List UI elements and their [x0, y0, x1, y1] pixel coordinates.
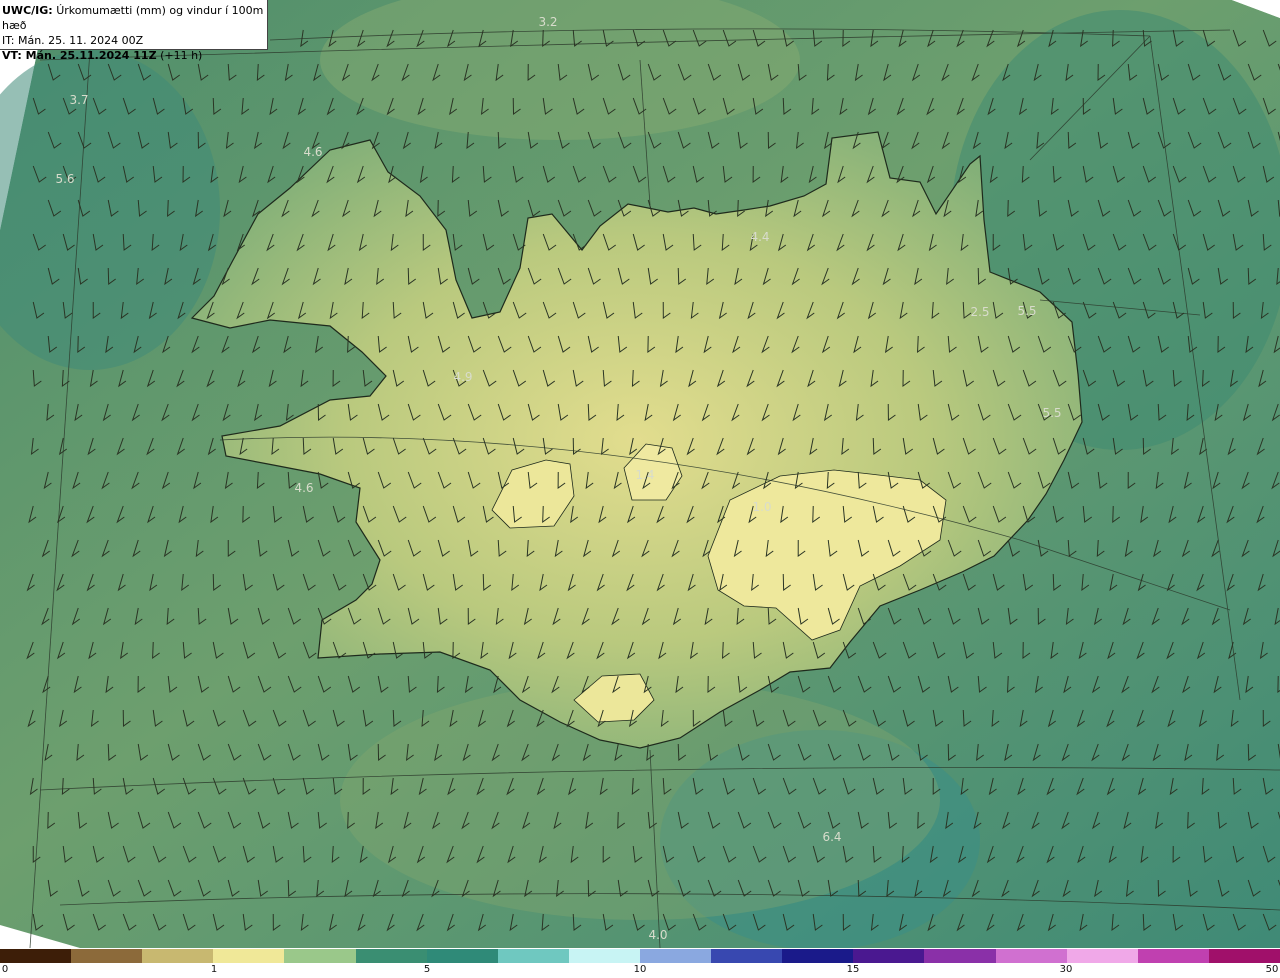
map-info-box: UWC/IG: Úrkomumætti (mm) og vindur í 100…: [0, 0, 268, 62]
map-label: 5.5: [1017, 304, 1037, 318]
colorbar-segment: [142, 949, 215, 963]
colorbar-segment: [497, 949, 570, 963]
colorbar-segment: [0, 949, 73, 963]
colorbar-segment: [355, 949, 428, 963]
colorbar-tick: 15: [846, 964, 860, 975]
map-label: 5.6: [55, 172, 75, 186]
map-label: 3.2: [538, 15, 558, 29]
valid-offset: (+11 h): [160, 49, 203, 62]
colorbar-tick: 0: [1, 964, 9, 975]
colorbar-tick: 10: [633, 964, 647, 975]
colorbar-segment: [853, 949, 926, 963]
colorbar-segment: [1137, 949, 1210, 963]
title-line: UWC/IG: Úrkomumætti (mm) og vindur í 100…: [2, 3, 267, 33]
map-label: 4.4: [750, 230, 770, 244]
colorbar-tick: 1: [210, 964, 218, 975]
colorbar-segment: [711, 949, 784, 963]
colorbar-segment: [213, 949, 286, 963]
colorbar: 0 1 5 10 15 30 50: [0, 948, 1280, 978]
colorbar-segment: [284, 949, 357, 963]
colorbar-segment: [1208, 949, 1280, 963]
colorbar-tick: 30: [1059, 964, 1073, 975]
colorbar-segment: [995, 949, 1068, 963]
valid-time: VT: Mán. 25.11.2024 11Z: [2, 49, 157, 62]
colorbar-segment: [782, 949, 855, 963]
colorbar-strip: [0, 949, 1280, 963]
colorbar-segment: [568, 949, 641, 963]
colorbar-segment: [71, 949, 144, 963]
colorbar-segment: [1066, 949, 1139, 963]
colorbar-segment: [924, 949, 997, 963]
map-label: 4.6: [294, 481, 314, 495]
map-label: 4.9: [453, 370, 473, 384]
colorbar-tick: 5: [423, 964, 431, 975]
map-label: 6.4: [822, 830, 842, 844]
valid-line: VT: Mán. 25.11.2024 11Z (+11 h): [2, 48, 267, 63]
init-time: IT: Mán. 25. 11. 2024 00Z: [2, 34, 144, 47]
map-label: 1.4: [635, 468, 655, 482]
colorbar-segment: [640, 949, 713, 963]
colorbar-tick: 50: [1265, 964, 1279, 975]
map-label: 2.5: [970, 305, 990, 319]
map-label: 4.0: [648, 928, 668, 942]
colorbar-segment: [426, 949, 499, 963]
map-label: 1.0: [752, 500, 772, 514]
model-name: UWC/IG:: [2, 4, 53, 17]
map-label: 3.7: [69, 93, 89, 107]
map-label: 5.5: [1042, 406, 1062, 420]
map-label: 4.6: [303, 145, 323, 159]
